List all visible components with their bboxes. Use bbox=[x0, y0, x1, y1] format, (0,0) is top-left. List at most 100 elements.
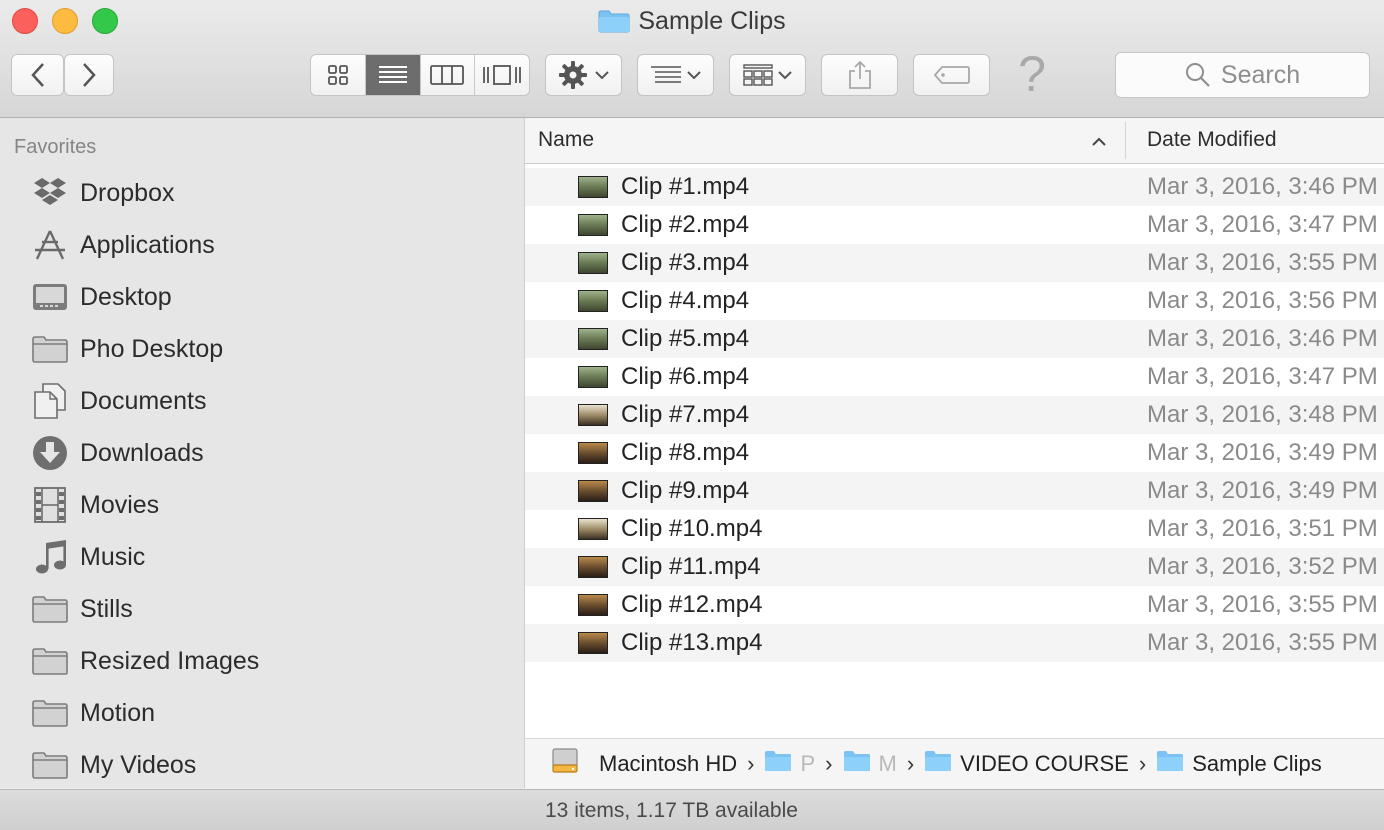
search-placeholder: Search bbox=[1220, 60, 1301, 89]
forward-button[interactable] bbox=[64, 54, 114, 96]
file-row[interactable]: Clip #9.mp4 Mar 3, 2016, 3:49 PM bbox=[525, 472, 1384, 510]
chevron-left-icon bbox=[30, 63, 44, 87]
help-button[interactable]: ? bbox=[1010, 48, 1054, 100]
sidebar-item-dropbox[interactable]: Dropbox bbox=[0, 167, 520, 219]
column-view-button[interactable] bbox=[421, 55, 476, 95]
group-grid-icon bbox=[742, 64, 773, 86]
video-thumbnail-icon bbox=[578, 176, 608, 198]
chevron-right-icon bbox=[83, 63, 96, 87]
file-row[interactable]: Clip #7.mp4 Mar 3, 2016, 3:48 PM bbox=[525, 396, 1384, 434]
path-segment-video-course[interactable]: VIDEO COURSE bbox=[924, 750, 1129, 778]
video-thumbnail-icon bbox=[578, 328, 608, 350]
music-icon bbox=[32, 539, 68, 575]
sidebar-item-documents[interactable]: Documents bbox=[0, 375, 520, 427]
sidebar-item-pho-desktop[interactable]: Pho Desktop bbox=[0, 323, 520, 375]
back-button[interactable] bbox=[11, 54, 64, 96]
grid-icon bbox=[327, 65, 348, 85]
file-row[interactable]: Clip #1.mp4 Mar 3, 2016, 3:46 PM bbox=[525, 168, 1384, 206]
file-row[interactable]: Clip #4.mp4 Mar 3, 2016, 3:56 PM bbox=[525, 282, 1384, 320]
sidebar-item-movies[interactable]: Movies bbox=[0, 479, 520, 531]
video-thumbnail-icon bbox=[578, 442, 608, 464]
folder-icon bbox=[32, 695, 68, 731]
hard-disk-icon bbox=[551, 748, 579, 780]
search-icon bbox=[1185, 63, 1210, 87]
name-column-header[interactable]: Name bbox=[538, 128, 594, 152]
file-list: Name Date Modified Clip #1.mp4 Mar 3, 201… bbox=[525, 118, 1384, 738]
group-button[interactable] bbox=[729, 54, 806, 96]
chevron-right-icon: › bbox=[747, 751, 755, 776]
folder-icon bbox=[32, 331, 68, 367]
sidebar-item-my-videos[interactable]: My Videos bbox=[0, 739, 520, 788]
path-segment-disk[interactable]: Macintosh HD bbox=[551, 748, 737, 780]
tag-button[interactable] bbox=[913, 54, 990, 96]
action-menu-button[interactable] bbox=[545, 54, 622, 96]
file-row[interactable]: Clip #2.mp4 Mar 3, 2016, 3:47 PM bbox=[525, 206, 1384, 244]
sidebar-item-stills[interactable]: Stills bbox=[0, 583, 520, 635]
dropbox-icon bbox=[32, 175, 68, 211]
chevron-right-icon: › bbox=[825, 751, 833, 776]
folder-icon bbox=[32, 747, 68, 783]
path-segment-p[interactable]: P bbox=[764, 750, 815, 778]
chevron-down-icon bbox=[777, 71, 792, 80]
folder-icon bbox=[764, 750, 792, 778]
file-row[interactable]: Clip #10.mp4 Mar 3, 2016, 3:51 PM bbox=[525, 510, 1384, 548]
file-row[interactable]: Clip #6.mp4 Mar 3, 2016, 3:47 PM bbox=[525, 358, 1384, 396]
desktop-icon bbox=[32, 279, 68, 315]
video-thumbnail-icon bbox=[578, 252, 608, 274]
file-row[interactable]: Clip #3.mp4 Mar 3, 2016, 3:55 PM bbox=[525, 244, 1384, 282]
chevron-right-icon: › bbox=[906, 751, 915, 776]
video-thumbnail-icon bbox=[578, 366, 608, 388]
file-row[interactable]: Clip #8.mp4 Mar 3, 2016, 3:49 PM bbox=[525, 434, 1384, 472]
chevron-down-icon bbox=[594, 71, 609, 80]
status-bar: 13 items, 1.17 TB available bbox=[0, 789, 1384, 830]
gear-icon bbox=[558, 61, 587, 89]
toolbar: Sample Clips ? Search bbox=[0, 0, 1384, 118]
folder-icon bbox=[1156, 750, 1184, 778]
chevron-right-icon: › bbox=[1138, 751, 1147, 776]
sidebar-item-desktop[interactable]: Desktop bbox=[0, 271, 520, 323]
sidebar-item-downloads[interactable]: Downloads bbox=[0, 427, 520, 479]
list-view-button[interactable] bbox=[365, 55, 421, 95]
video-thumbnail-icon bbox=[578, 480, 608, 502]
file-row[interactable]: Clip #13.mp4 Mar 3, 2016, 3:55 PM bbox=[525, 624, 1384, 662]
window-title: Sample Clips bbox=[0, 5, 1384, 41]
video-thumbnail-icon bbox=[578, 214, 608, 236]
sidebar: Favorites Dropbox Applications Desktop P… bbox=[0, 118, 525, 788]
tag-icon bbox=[933, 66, 970, 84]
path-segment-sample-clips[interactable]: Sample Clips bbox=[1156, 750, 1322, 778]
path-segment-m[interactable]: M bbox=[843, 750, 897, 778]
share-button[interactable] bbox=[821, 54, 898, 96]
file-row[interactable]: Clip #5.mp4 Mar 3, 2016, 3:46 PM bbox=[525, 320, 1384, 358]
search-field[interactable]: Search bbox=[1115, 52, 1370, 98]
file-row[interactable]: Clip #12.mp4 Mar 3, 2016, 3:55 PM bbox=[525, 586, 1384, 624]
window-title-text: Sample Clips bbox=[638, 7, 786, 35]
movies-icon bbox=[32, 487, 68, 523]
file-row[interactable]: Clip #11.mp4 Mar 3, 2016, 3:52 PM bbox=[525, 548, 1384, 586]
video-thumbnail-icon bbox=[578, 404, 608, 426]
arrange-button[interactable] bbox=[637, 54, 714, 96]
video-thumbnail-icon bbox=[578, 518, 608, 540]
downloads-icon bbox=[32, 435, 68, 471]
sidebar-item-music[interactable]: Music bbox=[0, 531, 520, 583]
sidebar-item-resized-images[interactable]: Resized Images bbox=[0, 635, 520, 687]
folder-icon bbox=[32, 591, 68, 627]
cover-flow-icon bbox=[483, 65, 522, 85]
arrange-lines-icon bbox=[650, 66, 681, 83]
chevron-down-icon bbox=[686, 71, 701, 80]
finder-window: Sample Clips ? Search Favorites Dropbox … bbox=[0, 0, 1384, 830]
icon-view-button[interactable] bbox=[311, 55, 366, 95]
date-modified-column-header[interactable]: Date Modified bbox=[1147, 128, 1277, 152]
list-icon bbox=[378, 66, 407, 83]
cover-flow-view-button[interactable] bbox=[475, 55, 529, 95]
applications-icon bbox=[32, 227, 68, 263]
video-thumbnail-icon bbox=[578, 290, 608, 312]
column-divider[interactable] bbox=[1125, 122, 1126, 159]
folder-icon bbox=[843, 750, 871, 778]
file-rows: Clip #1.mp4 Mar 3, 2016, 3:46 PM Clip #2.… bbox=[525, 168, 1384, 662]
status-text: 13 items, 1.17 TB available bbox=[545, 799, 798, 822]
sidebar-item-applications[interactable]: Applications bbox=[0, 219, 520, 271]
video-thumbnail-icon bbox=[578, 594, 608, 616]
column-header: Name Date Modified bbox=[525, 118, 1384, 164]
folder-icon bbox=[32, 643, 68, 679]
sidebar-item-motion[interactable]: Motion bbox=[0, 687, 520, 739]
